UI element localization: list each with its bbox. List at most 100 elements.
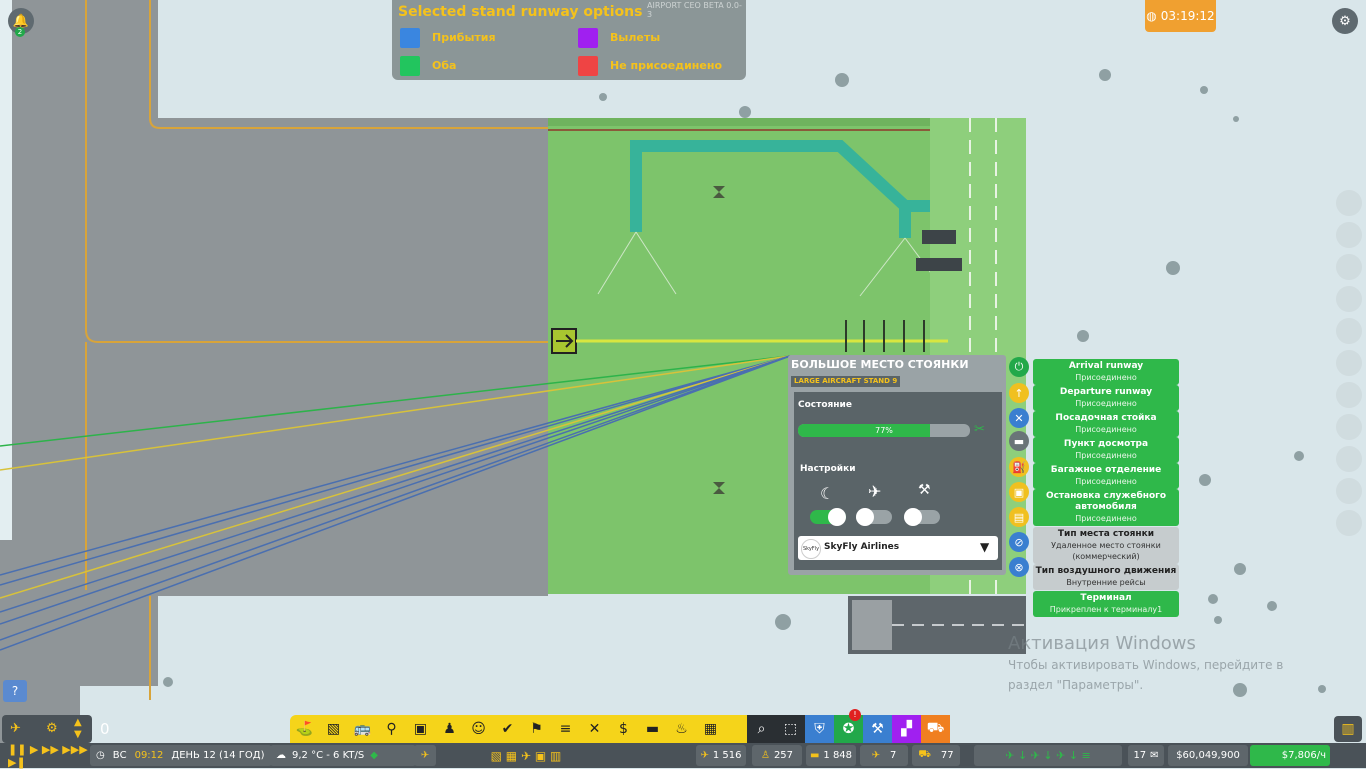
chevron-down-icon: ▼ bbox=[980, 540, 990, 554]
gear-icon[interactable]: ⚙ bbox=[46, 721, 58, 736]
stats-icon[interactable]: ▥ bbox=[1334, 716, 1362, 742]
help-button[interactable]: ? bbox=[3, 680, 27, 702]
globe-icon: ◍ bbox=[1146, 9, 1157, 23]
runway-tool-icon[interactable]: ✈ bbox=[10, 721, 21, 736]
no-baggage-icon[interactable]: ⊘ bbox=[1009, 532, 1029, 552]
passenger-icon: ✈ bbox=[700, 750, 709, 761]
chip-title: Багажное отделение bbox=[1050, 465, 1162, 475]
overlay-icon[interactable] bbox=[1336, 286, 1362, 312]
wrench-icon[interactable]: ✕ bbox=[1009, 408, 1029, 428]
chevron-updown-icon[interactable]: ▲ ▼ bbox=[74, 717, 82, 741]
zone-icon[interactable]: ▞ bbox=[892, 715, 921, 743]
people-icon[interactable]: ☺ bbox=[464, 715, 493, 743]
ratings[interactable]: ✈ ↓ ✈ ↓ ✈ ↓ ≡ bbox=[974, 745, 1122, 766]
chip-value: Присоединено bbox=[1075, 514, 1137, 523]
select-icon[interactable]: ⬚ bbox=[776, 715, 805, 743]
aircraft-toggle[interactable] bbox=[856, 508, 892, 526]
runway-options-legend: Selected stand runway options AIRPORT CE… bbox=[392, 0, 746, 80]
chip-value: Присоединено bbox=[1075, 399, 1137, 408]
airline-select[interactable]: SkyFly SkyFly Airlines ▼ bbox=[798, 536, 998, 560]
condition-text: 77% bbox=[875, 426, 893, 435]
money-value: $60,049,900 bbox=[1176, 750, 1240, 761]
arrow-up-icon[interactable]: ↑ bbox=[1009, 383, 1029, 403]
catering-icon[interactable]: ▣ bbox=[1009, 482, 1029, 502]
overlay-buttons[interactable]: ▧ ▦ ✈ ▣ ▥ bbox=[446, 745, 606, 766]
stripes-icon[interactable]: ▧ bbox=[319, 715, 348, 743]
game-version: AIRPORT CEO BETA 0.0-3 bbox=[647, 1, 742, 19]
game-clock[interactable]: ◍ 03:19:12 bbox=[1145, 0, 1216, 32]
fuel-icon[interactable]: ⛽ bbox=[1009, 457, 1029, 477]
chip-traffic-type: Тип воздушного движения Внутренние рейсы bbox=[1033, 564, 1179, 590]
chip-title: Посадочная стойка bbox=[1055, 413, 1157, 423]
overlay-icon[interactable] bbox=[1336, 190, 1362, 216]
overlay-icon[interactable] bbox=[1336, 254, 1362, 280]
chip-arrival-runway: Arrival runway Присоединено bbox=[1033, 359, 1179, 385]
runway-icon[interactable]: ⛳ bbox=[290, 715, 319, 743]
settings-button[interactable]: ⚙ bbox=[1332, 8, 1358, 34]
chip-title: Тип места стоянки bbox=[1057, 529, 1155, 539]
worker-icon: ⚒ bbox=[918, 482, 931, 498]
weather-text: 9,2 °C - 6 KT/S bbox=[292, 750, 365, 761]
search-icon[interactable]: ⌕ bbox=[747, 715, 776, 743]
stand-info-panel: БОЛЬШОЕ МЕСТО СТОЯНКИ LARGE AIRCRAFT STA… bbox=[788, 355, 1006, 575]
repair-icon[interactable]: ✂ bbox=[974, 422, 985, 437]
chip-stand-type: Тип места стоянки Удаленное место стоянки… bbox=[1033, 527, 1179, 564]
stand-title: БОЛЬШОЕ МЕСТО СТОЯНКИ bbox=[791, 358, 969, 371]
staff-toggle[interactable] bbox=[904, 508, 940, 526]
overlay-icon[interactable] bbox=[1336, 318, 1362, 344]
overlay-icon[interactable] bbox=[1336, 446, 1362, 472]
settings-label: Настройки bbox=[800, 464, 856, 474]
baggage-icon[interactable]: ▤ bbox=[1009, 507, 1029, 527]
chip-departure-runway: Departure runway Присоединено bbox=[1033, 385, 1179, 411]
food-icon[interactable]: ♨ bbox=[667, 715, 696, 743]
weather-status-icon: ◆ bbox=[370, 750, 378, 761]
cancel-icon[interactable]: ⊗ bbox=[1009, 557, 1029, 577]
clock-icon: ◷ bbox=[96, 750, 105, 761]
flights-value: 1 848 bbox=[823, 750, 853, 761]
overlay-icon[interactable] bbox=[1336, 478, 1362, 504]
mail[interactable]: 17 ✉ bbox=[1128, 745, 1164, 766]
overlay-icon[interactable] bbox=[1336, 350, 1362, 376]
person-icon[interactable]: ♟ bbox=[435, 715, 464, 743]
vehicle-icon: ⛟ bbox=[918, 749, 931, 760]
chip-security: Пункт досмотра Присоединено bbox=[1033, 437, 1179, 463]
money[interactable]: $60,049,900 bbox=[1168, 745, 1248, 766]
chip-check-in: Посадочная стойка Присоединено bbox=[1033, 411, 1179, 437]
overlay-icon[interactable] bbox=[1336, 382, 1362, 408]
chip-title: Пункт досмотра bbox=[1063, 439, 1149, 449]
overlay-icon[interactable] bbox=[1336, 510, 1362, 536]
box-icon[interactable]: ▦ bbox=[696, 715, 725, 743]
person-check-icon[interactable]: ✔ bbox=[493, 715, 522, 743]
bench-icon[interactable]: ▬ bbox=[638, 715, 667, 743]
flight-plan-icon[interactable]: ✈ bbox=[414, 745, 436, 766]
chip-value: Внутренние рейсы bbox=[1066, 578, 1146, 587]
dining-icon[interactable]: ✕ bbox=[580, 715, 609, 743]
build-toolbar: ⛳ ▧ 🚌 ⚲ ▣ ♟ ☺ ✔ ⚑ ≡ ✕ $ ▬ ♨ ▦ ⌕ ⬚ ⛨ ✪! ⚒… bbox=[290, 709, 950, 743]
flight-icon: ▬ bbox=[809, 750, 820, 761]
overlay-icon[interactable] bbox=[1336, 414, 1362, 440]
power-icon[interactable]: ⏻ bbox=[1009, 357, 1029, 377]
vehicle-icon[interactable]: ▬ bbox=[1009, 431, 1029, 451]
conveyor-icon[interactable]: ≡ bbox=[551, 715, 580, 743]
tower-icon[interactable]: ⚲ bbox=[377, 715, 406, 743]
speed-controls[interactable]: ❚❚ ▶ ▶▶ ▶▶▶ ▶❚ bbox=[2, 743, 92, 769]
passenger-value: 1 516 bbox=[712, 750, 742, 761]
build-icon[interactable]: ⚒ bbox=[863, 715, 892, 743]
money-icon[interactable]: $ bbox=[609, 715, 638, 743]
overlay-icon[interactable] bbox=[1336, 222, 1362, 248]
legend-swatch-arrivals bbox=[400, 28, 420, 48]
clock-time: 03:19:12 bbox=[1160, 9, 1215, 23]
vehicles-icon[interactable]: ⛟ bbox=[921, 715, 950, 743]
suitcase-icon[interactable]: ▣ bbox=[406, 715, 435, 743]
vehicles-value: 77 bbox=[940, 750, 954, 761]
chip-value: Прикреплен к терминалу1 bbox=[1049, 605, 1163, 614]
luggage-cart-icon[interactable]: ⚑ bbox=[522, 715, 551, 743]
chip-value: Удаленное место стоянки (коммерческий) bbox=[1051, 541, 1161, 561]
bus-icon[interactable]: 🚌 bbox=[348, 715, 377, 743]
night-toggle[interactable] bbox=[810, 508, 846, 526]
security-icon[interactable]: ⛨ bbox=[805, 715, 834, 743]
stand-icon[interactable]: ✪! bbox=[834, 709, 863, 743]
alert-badge: ! bbox=[849, 709, 861, 721]
legend-swatch-not-connected bbox=[578, 56, 598, 76]
chip-value: Присоединено bbox=[1075, 477, 1137, 486]
